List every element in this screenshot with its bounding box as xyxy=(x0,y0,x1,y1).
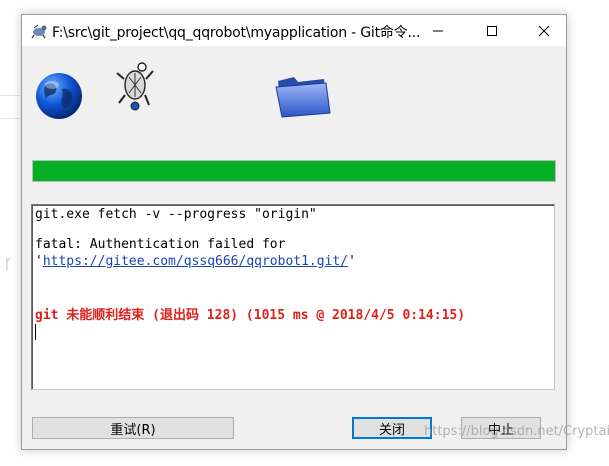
window-title: F:\src\git_project\qq_qqrobot\myapplicat… xyxy=(52,25,421,41)
log-quote-close: ' xyxy=(348,254,356,269)
log-url-line: 'https://gitee.com/qssq666/qqrobot1.git/… xyxy=(35,254,356,269)
log-quote-open: ' xyxy=(35,254,43,269)
close-icon xyxy=(538,25,550,36)
background-window-strip xyxy=(0,95,20,119)
progress-bar xyxy=(32,160,556,182)
output-log[interactable]: git.exe fetch -v --progress "origin" fat… xyxy=(31,204,555,390)
background-glyph: ᚴ xyxy=(4,257,13,273)
tortoise-git-icon xyxy=(31,24,47,39)
log-command-line: git.exe fetch -v --progress "origin" xyxy=(35,207,317,222)
git-command-dialog: F:\src\git_project\qq_qqrobot\myapplicat… xyxy=(21,14,567,450)
log-error-line: fatal: Authentication failed for xyxy=(35,237,286,252)
minimize-button[interactable] xyxy=(415,15,461,46)
globe-icon xyxy=(36,73,82,119)
close-window-button[interactable] xyxy=(521,15,567,46)
maximize-icon xyxy=(487,25,497,36)
title-bar[interactable]: F:\src\git_project\qq_qqrobot\myapplicat… xyxy=(22,15,566,46)
log-exit-status: git 未能顺利结束 (退出码 128) (1015 ms @ 2018/4/5… xyxy=(35,308,466,323)
tortoise-icon xyxy=(116,62,154,111)
log-url-link[interactable]: https://gitee.com/qssq666/qqrobot1.git/ xyxy=(43,254,348,269)
progress-bar-fill xyxy=(33,161,555,181)
close-button[interactable]: 关闭 xyxy=(352,417,432,439)
text-caret xyxy=(35,324,36,340)
folder-icon xyxy=(275,77,331,118)
minimize-icon xyxy=(433,30,443,31)
maximize-button[interactable] xyxy=(469,15,515,46)
retry-button[interactable]: 重试(R) xyxy=(32,417,234,439)
watermark: https://blog.csdn.net/Cryptaiqy xyxy=(424,424,609,439)
